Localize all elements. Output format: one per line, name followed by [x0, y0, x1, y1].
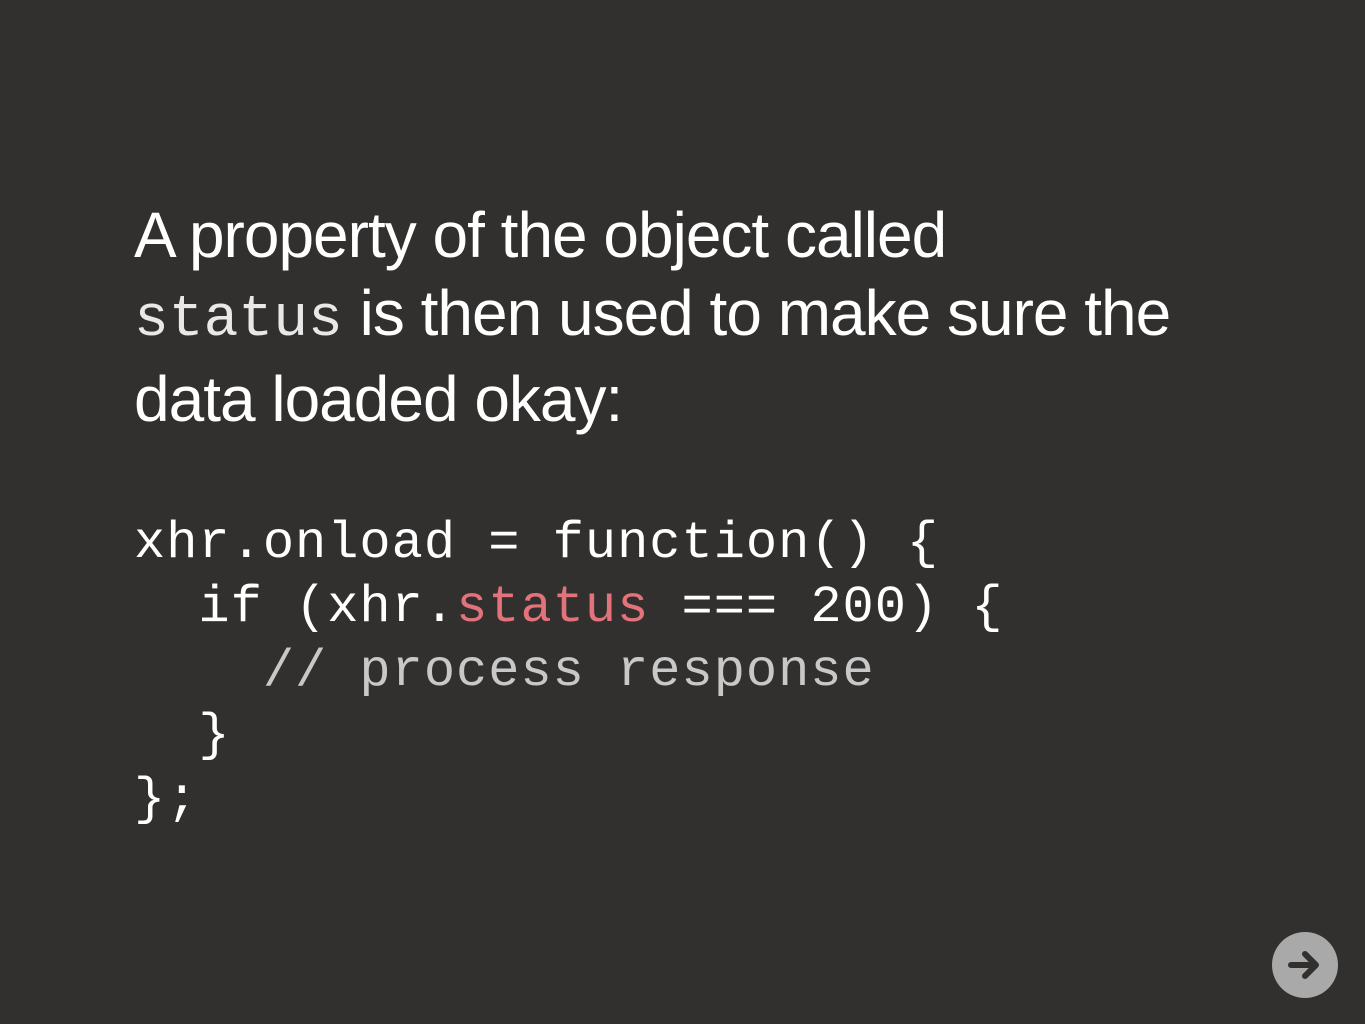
code-block: xhr.onload = function() { if (xhr.status…: [134, 512, 1004, 832]
code-line-1: xhr.onload = function() {: [134, 514, 940, 573]
next-slide-button[interactable]: [1272, 932, 1338, 998]
code-line-3-comment: // process response: [134, 642, 875, 701]
code-line-4: }: [134, 706, 231, 765]
slide-heading: A property of the object called status is…: [134, 196, 1264, 438]
code-line-2-prefix: if (xhr.: [134, 578, 457, 637]
code-highlight-status: status: [456, 578, 650, 637]
code-line-2: if (xhr.status === 200) {: [134, 576, 1004, 640]
slide: A property of the object called status is…: [0, 0, 1365, 1024]
code-line-2-suffix: === 200) {: [649, 578, 1004, 637]
arrow-right-icon: [1288, 951, 1319, 979]
code-line-5: };: [134, 770, 199, 829]
heading-code-status: status: [134, 288, 343, 353]
heading-text-part1: A property of the object called: [134, 199, 947, 271]
